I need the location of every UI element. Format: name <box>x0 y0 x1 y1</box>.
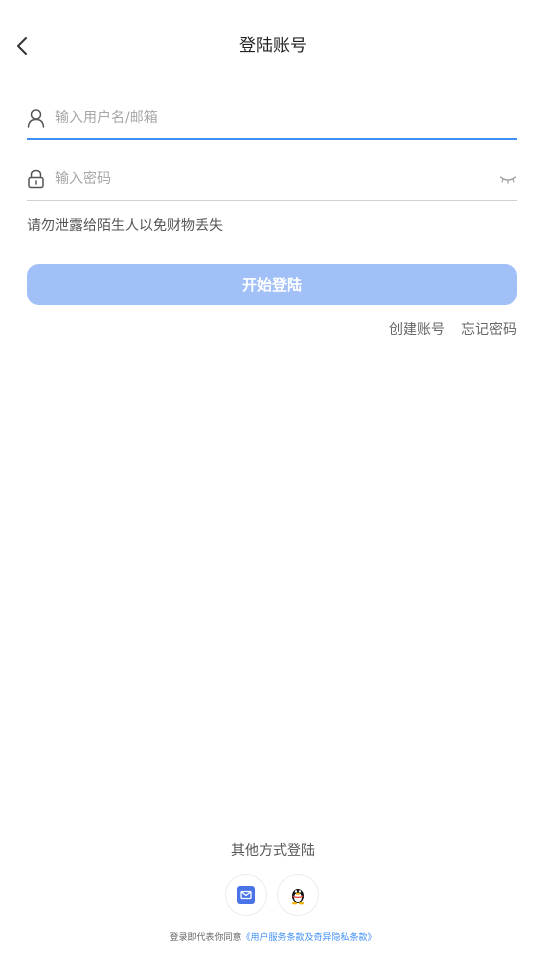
username-field[interactable] <box>27 100 517 140</box>
email-login-button[interactable] <box>225 874 267 916</box>
login-button[interactable]: 开始登陆 <box>27 264 517 305</box>
terms-link[interactable]: 《用户服务条款及奇异隐私条款》 <box>242 933 377 943</box>
social-login-row <box>225 874 319 916</box>
agreement-prefix: 登录即代表你同意 <box>169 933 242 943</box>
agreement-text: 登录即代表你同意《用户服务条款及奇异隐私条款》 <box>0 931 546 945</box>
page-title: 登陆账号 <box>239 36 307 56</box>
qq-penguin-icon <box>292 889 304 905</box>
lock-icon <box>28 169 44 189</box>
user-icon <box>27 109 45 128</box>
forgot-password-link[interactable]: 忘记密码 <box>461 320 517 340</box>
username-underline <box>27 138 517 140</box>
password-underline <box>27 200 517 201</box>
username-input[interactable] <box>55 106 495 130</box>
eye-closed-icon[interactable] <box>499 172 517 186</box>
security-warning: 请勿泄露给陌生人以免财物丢失 <box>27 218 223 234</box>
account-links: 创建账号 忘记密码 <box>389 320 517 340</box>
top-bar: 登陆账号 <box>0 0 546 92</box>
password-field[interactable] <box>27 161 517 201</box>
mail-icon <box>237 886 255 904</box>
qq-login-button[interactable] <box>277 874 319 916</box>
password-input[interactable] <box>55 167 495 191</box>
other-login-title: 其他方式登陆 <box>231 843 315 859</box>
create-account-link[interactable]: 创建账号 <box>389 320 445 340</box>
